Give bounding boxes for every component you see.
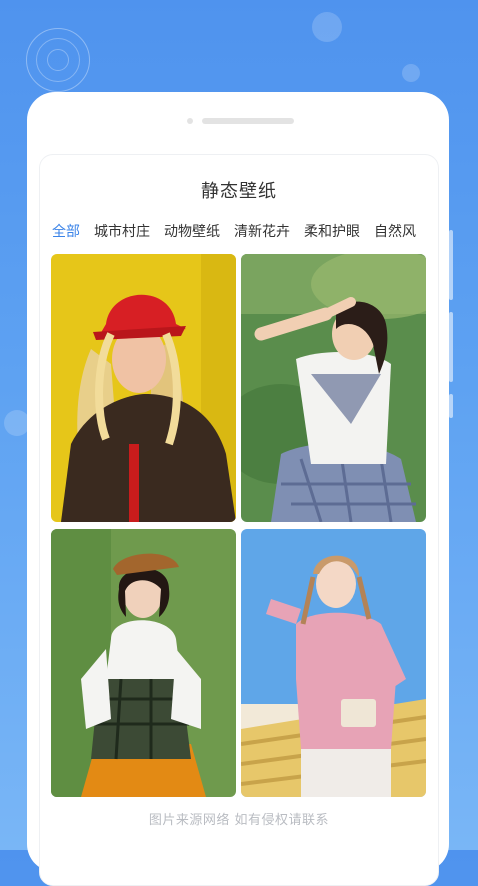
background-ring-decoration bbox=[26, 28, 90, 92]
phone-speaker bbox=[202, 118, 294, 124]
wallpaper-thumbnail[interactable] bbox=[51, 529, 236, 797]
tab-soft-eye-care[interactable]: 柔和护眼 bbox=[304, 221, 360, 241]
phone-side-button bbox=[449, 394, 453, 418]
wallpaper-image bbox=[241, 254, 426, 522]
wallpaper-thumbnail[interactable] bbox=[241, 529, 426, 797]
page-title: 静态壁纸 bbox=[201, 181, 277, 202]
wallpaper-image bbox=[51, 529, 236, 797]
copyright-note: 图片来源网络 如有侵权请联系 bbox=[148, 813, 330, 828]
tab-city-village[interactable]: 城市村庄 bbox=[94, 221, 150, 241]
background-bubble bbox=[402, 64, 420, 82]
phone-side-button bbox=[449, 230, 453, 300]
wallpaper-image bbox=[241, 529, 426, 797]
tab-nature[interactable]: 自然风 bbox=[374, 221, 416, 241]
phone-side-button bbox=[449, 312, 453, 382]
tab-fresh-flowers[interactable]: 清新花卉 bbox=[234, 221, 290, 241]
tab-all[interactable]: 全部 bbox=[52, 221, 80, 241]
wallpaper-thumbnail[interactable] bbox=[241, 254, 426, 522]
wallpaper-screen: 静态壁纸 全部 城市村庄 动物壁纸 清新花卉 柔和护眼 自然风 图片来源网络 如… bbox=[39, 154, 439, 886]
phone-mockup: 静态壁纸 全部 城市村庄 动物壁纸 清新花卉 柔和护眼 自然风 图片来源网络 如… bbox=[27, 92, 449, 886]
wallpaper-image bbox=[51, 254, 236, 522]
background-bubble bbox=[312, 12, 342, 42]
tab-animal[interactable]: 动物壁纸 bbox=[164, 221, 220, 241]
wallpaper-thumbnail[interactable] bbox=[51, 254, 236, 522]
phone-camera bbox=[187, 118, 193, 124]
category-tabs: 全部 城市村庄 动物壁纸 清新花卉 柔和护眼 自然风 bbox=[52, 221, 430, 241]
